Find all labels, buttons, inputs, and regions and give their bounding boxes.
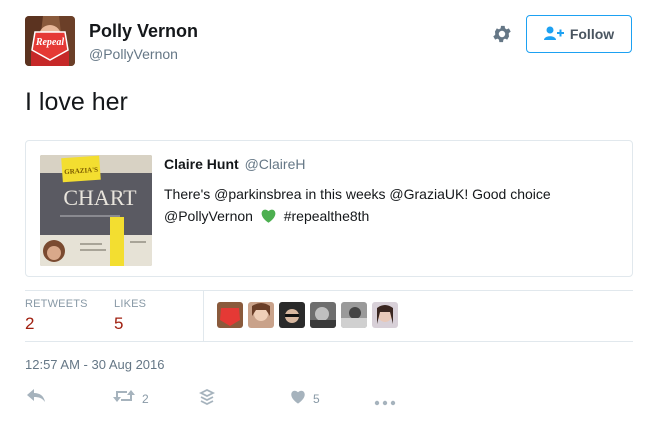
author-avatar[interactable]: Repeal [25,16,75,66]
stats-divider-bottom [25,341,633,342]
person-plus-icon [543,26,564,43]
quoted-author-handle: @ClaireH [244,156,306,172]
liker-avatar[interactable] [341,302,367,328]
quoted-hashtag[interactable]: #repealthe8th [284,208,370,224]
quoted-tweet-image[interactable]: GRAZIA'S CHART [40,155,152,266]
add-to-moment-button[interactable] [198,388,216,410]
liker-avatar[interactable] [217,302,243,328]
liker-avatar[interactable] [279,302,305,328]
stats-vertical-divider [203,291,204,341]
heart-icon [290,389,306,409]
like-button[interactable]: 5 [290,389,320,409]
green-heart-icon [260,207,277,229]
retweet-count: 2 [142,391,149,406]
quoted-author-name: Claire Hunt [164,156,239,172]
likes-stat[interactable]: LIKES 5 [114,298,146,334]
retweet-icon [113,389,135,408]
liker-avatar[interactable] [310,302,336,328]
tweet-text: I love her [25,88,128,116]
gear-icon[interactable] [491,23,513,45]
likes-count: 5 [114,314,124,333]
retweets-label: RETWEETS [25,298,88,310]
stats-divider-top [25,290,633,291]
layers-icon [198,388,216,410]
retweets-count: 2 [25,314,35,333]
likes-label: LIKES [114,298,147,310]
author-handle[interactable]: @PollyVernon [89,46,178,62]
follow-label: Follow [569,26,615,42]
liker-avatars [217,302,398,328]
tweet-timestamp[interactable]: 12:57 AM - 30 Aug 2016 [25,357,165,372]
more-icon [374,393,396,411]
reply-icon [27,389,45,408]
liker-avatar[interactable] [372,302,398,328]
image-caption-2: CHART [63,185,137,210]
quoted-tweet[interactable]: GRAZIA'S CHART Claire Hunt @ClaireH Ther… [25,140,633,277]
like-count: 5 [313,392,320,406]
retweet-button[interactable]: 2 [113,389,149,408]
quoted-author[interactable]: Claire Hunt @ClaireH [164,156,305,172]
liker-avatar[interactable] [248,302,274,328]
retweets-stat[interactable]: RETWEETS 2 [25,298,88,334]
quoted-tweet-text: There's @parkinsbrea in this weeks @Graz… [164,183,624,229]
follow-button[interactable]: Follow [526,15,632,53]
more-button[interactable] [374,393,396,411]
author-name[interactable]: Polly Vernon [89,21,198,42]
avatar-logo-text: Repeal [35,37,65,48]
reply-button[interactable] [27,389,45,408]
